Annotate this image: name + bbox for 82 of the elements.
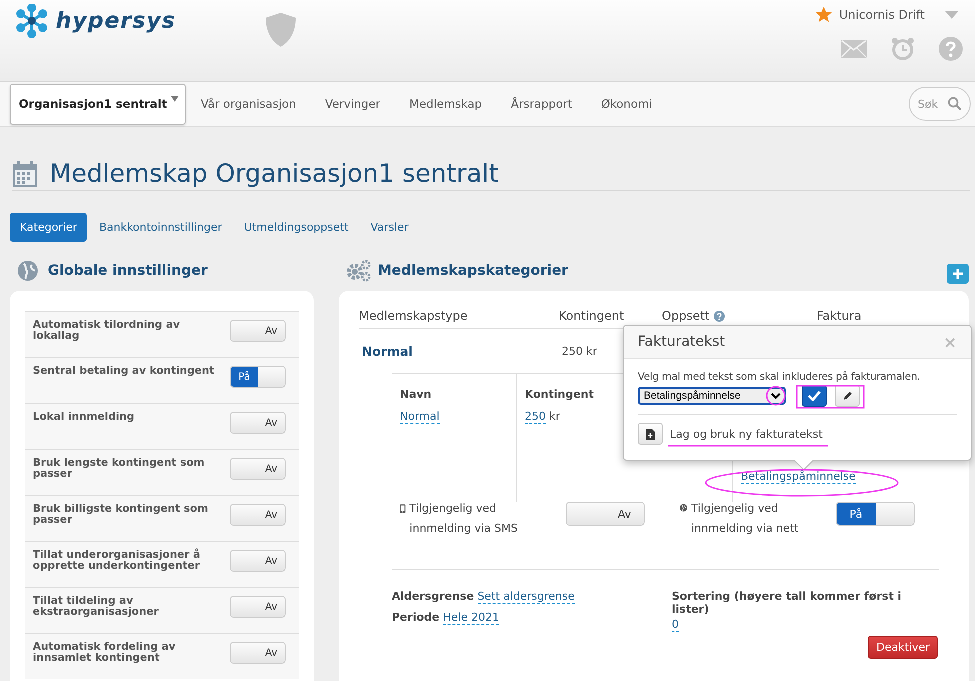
field-label: Aldersgrense	[392, 590, 474, 603]
toggle-switch[interactable]: På	[230, 366, 286, 388]
setting-label: Sentral betaling av kontingent	[33, 366, 216, 377]
caret-icon[interactable]	[945, 11, 959, 19]
document-plus-icon	[646, 428, 655, 440]
search-input[interactable]: Søk	[918, 98, 948, 110]
toggle-switch[interactable]: Av	[230, 550, 286, 572]
toggle-switch[interactable]: Av	[566, 502, 645, 526]
organisation-dropdown[interactable]: Organisasjon1 sentralt	[10, 84, 186, 124]
setting-label: Tillat tildeling av ekstraorganisasjoner	[33, 596, 160, 618]
column-header: Kontingent	[559, 309, 626, 323]
annotation-rectangle	[796, 385, 865, 409]
setting-label: Bruk billigste kontingent som passer	[33, 504, 210, 526]
nav-link[interactable]: Årsrapport	[511, 97, 572, 111]
help-icon[interactable]	[939, 37, 963, 61]
column-header: Oppsett	[662, 309, 710, 323]
tab[interactable]: Utmeldingsoppsett	[234, 213, 359, 242]
tab[interactable]: Kategorier	[10, 213, 88, 242]
annotation-circle	[766, 386, 786, 406]
toggle-switch[interactable]: Av	[230, 458, 286, 480]
plus-icon	[953, 269, 963, 279]
caret-icon	[171, 96, 179, 102]
sort-order-link[interactable]: 0	[672, 618, 679, 632]
age-limit-link[interactable]: Sett aldersgrense	[478, 590, 575, 604]
field-label: Periode	[392, 611, 440, 624]
name-link[interactable]: Normal	[400, 410, 440, 424]
setting-label: Automatisk fordeling av innsamlet kontingent	[33, 642, 177, 664]
add-button[interactable]	[947, 264, 969, 284]
tab[interactable]: Varsler	[360, 213, 419, 242]
field-label: Kontingent	[525, 388, 596, 401]
gears-icon	[346, 260, 372, 282]
alarm-clock-icon[interactable]	[891, 37, 915, 61]
nav-link[interactable]: Økonomi	[601, 97, 652, 111]
new-document-button[interactable]	[638, 423, 663, 445]
phone-icon	[400, 502, 406, 516]
availability-label: Tilgjengelig ved innmelding via nett	[692, 501, 800, 537]
column-header: Faktura	[817, 309, 862, 323]
availability-label: Tilgjengelig ved innmelding via SMS	[410, 501, 519, 537]
logo-text[interactable]: hypersys	[56, 8, 176, 34]
deactivate-button[interactable]: Deaktiver	[868, 636, 938, 659]
account-name[interactable]: Unicornis Drift	[839, 8, 925, 22]
confirm-button[interactable]	[802, 385, 827, 407]
shield-icon	[264, 12, 298, 48]
nav-link[interactable]: Vervinger	[325, 97, 381, 111]
search-icon	[948, 97, 962, 111]
toggle-switch[interactable]: Av	[230, 504, 286, 526]
page-title: Medlemskap Organisasjon1 sentralt	[50, 159, 499, 188]
setting-label: Tillat underorganisasjoner å opprette underkontingenter	[33, 550, 202, 572]
invoice-text-link[interactable]: Betalingspåminnelse	[741, 470, 856, 484]
create-invoice-text-link[interactable]: Lag og bruk ny fakturatekst	[670, 428, 823, 440]
pencil-icon	[842, 391, 852, 401]
toggle-switch[interactable]: Av	[230, 596, 286, 618]
mail-icon[interactable]	[841, 40, 867, 58]
help-icon[interactable]	[714, 310, 725, 322]
toggle-switch[interactable]: På	[836, 502, 915, 526]
edit-button[interactable]	[835, 385, 860, 407]
toggle-switch[interactable]: Av	[230, 320, 286, 342]
template-dropdown[interactable]: Betalingspåminnelse	[638, 387, 786, 405]
toggle-switch[interactable]: Av	[230, 642, 286, 664]
star-icon	[815, 6, 834, 24]
fee-link[interactable]: 250	[525, 410, 546, 424]
section-title: Globale innstillinger	[48, 263, 208, 279]
popover-title: Fakturatekst	[638, 334, 726, 350]
category-name[interactable]: Normal	[359, 344, 562, 358]
setting-label: Lokal innmelding	[33, 412, 136, 423]
column-header: Medlemskapstype	[359, 309, 469, 323]
section-title: Medlemskapskategorier	[378, 263, 568, 279]
table-cell-text: 250 kr	[562, 344, 598, 358]
setting-label: Bruk lengste kontingent som passer	[33, 458, 206, 480]
currency-unit: kr	[550, 410, 560, 423]
field-label: Sortering (høyere tall kommer først i lister)	[672, 590, 903, 616]
calendar-icon	[12, 160, 38, 188]
checkmark-icon	[808, 391, 821, 401]
prompt-text: Velg mal med tekst som skal inkluderes på fakturamalen.	[638, 372, 920, 383]
search-field[interactable]: Søk	[909, 87, 971, 121]
setting-label: Automatisk tilordning av lokallag	[33, 320, 182, 342]
period-link[interactable]: Hele 2021	[443, 611, 500, 625]
toggle-switch[interactable]: Av	[230, 412, 286, 434]
tab[interactable]: Bankkontoinnstillinger	[89, 213, 232, 242]
nav-link[interactable]: Medlemskap	[410, 97, 482, 111]
field-label: Navn	[400, 388, 433, 401]
nav-link[interactable]: Vår organisasjon	[201, 97, 296, 111]
